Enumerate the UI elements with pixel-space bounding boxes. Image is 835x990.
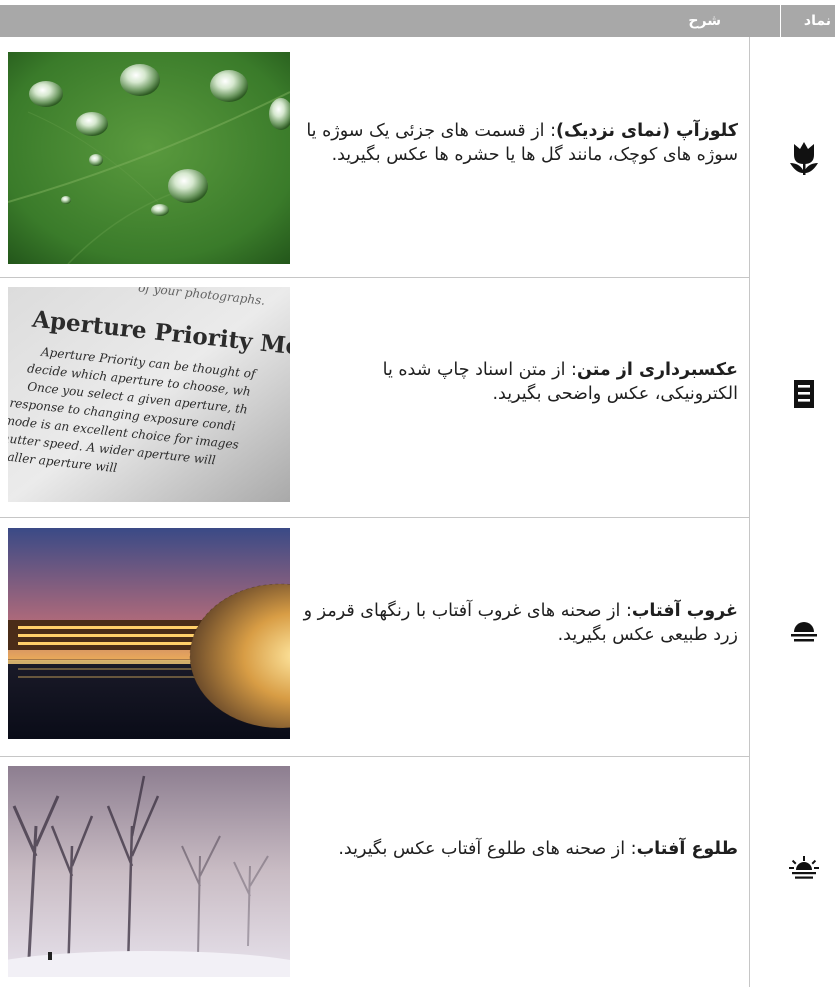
header-symbol: نماد [803, 13, 831, 29]
sunrise-icon [784, 850, 824, 890]
sunrise-term: طلوع آفتاب [636, 839, 738, 859]
sunrise-description: طلوع آفتاب: از صحنه های طلوع آفتاب عکس ب… [300, 837, 738, 861]
macro-description: کلوزآپ (نمای نزدیک): از قسمت های جزئی یک… [300, 119, 738, 167]
tulip-macro-icon [784, 138, 824, 178]
macro-term: کلوزآپ (نمای نزدیک) [556, 121, 738, 141]
table-header: شرح نماد [0, 5, 835, 37]
document-text-icon [784, 375, 824, 415]
text-description: عکسبرداری از متن: از متن اسناد چاپ شده ی… [300, 358, 738, 406]
text-term: عکسبرداری از متن [576, 360, 738, 380]
mode-table: شرح نماد کلوزآپ (نمای نزدیک): از قسمت ها… [0, 0, 835, 990]
printed-text-page-photo: of your photographs. Aperture Priority M… [8, 287, 290, 502]
sunset-term: غروب آفتاب [631, 601, 738, 621]
sunrise-text: : از صحنه های طلوع آفتاب عکس بگیرید. [338, 839, 637, 859]
table-row-sunset: غروب آفتاب: از صحنه های غروب آفتاب با رن… [0, 517, 835, 757]
header-description: شرح [688, 13, 721, 29]
misty-sunrise-trees-photo [8, 766, 290, 977]
table-row-text: of your photographs. Aperture Priority M… [0, 278, 835, 518]
table-row-macro: کلوزآپ (نمای نزدیک): از قسمت های جزئی یک… [0, 37, 835, 278]
water-drops-on-leaf-photo [8, 52, 290, 264]
sunset-description: غروب آفتاب: از صحنه های غروب آفتاب با رن… [300, 599, 738, 647]
sunset-icon [784, 613, 824, 653]
table-row-sunrise: طلوع آفتاب: از صحنه های طلوع آفتاب عکس ب… [0, 756, 835, 990]
sunset-building-photo [8, 528, 290, 739]
